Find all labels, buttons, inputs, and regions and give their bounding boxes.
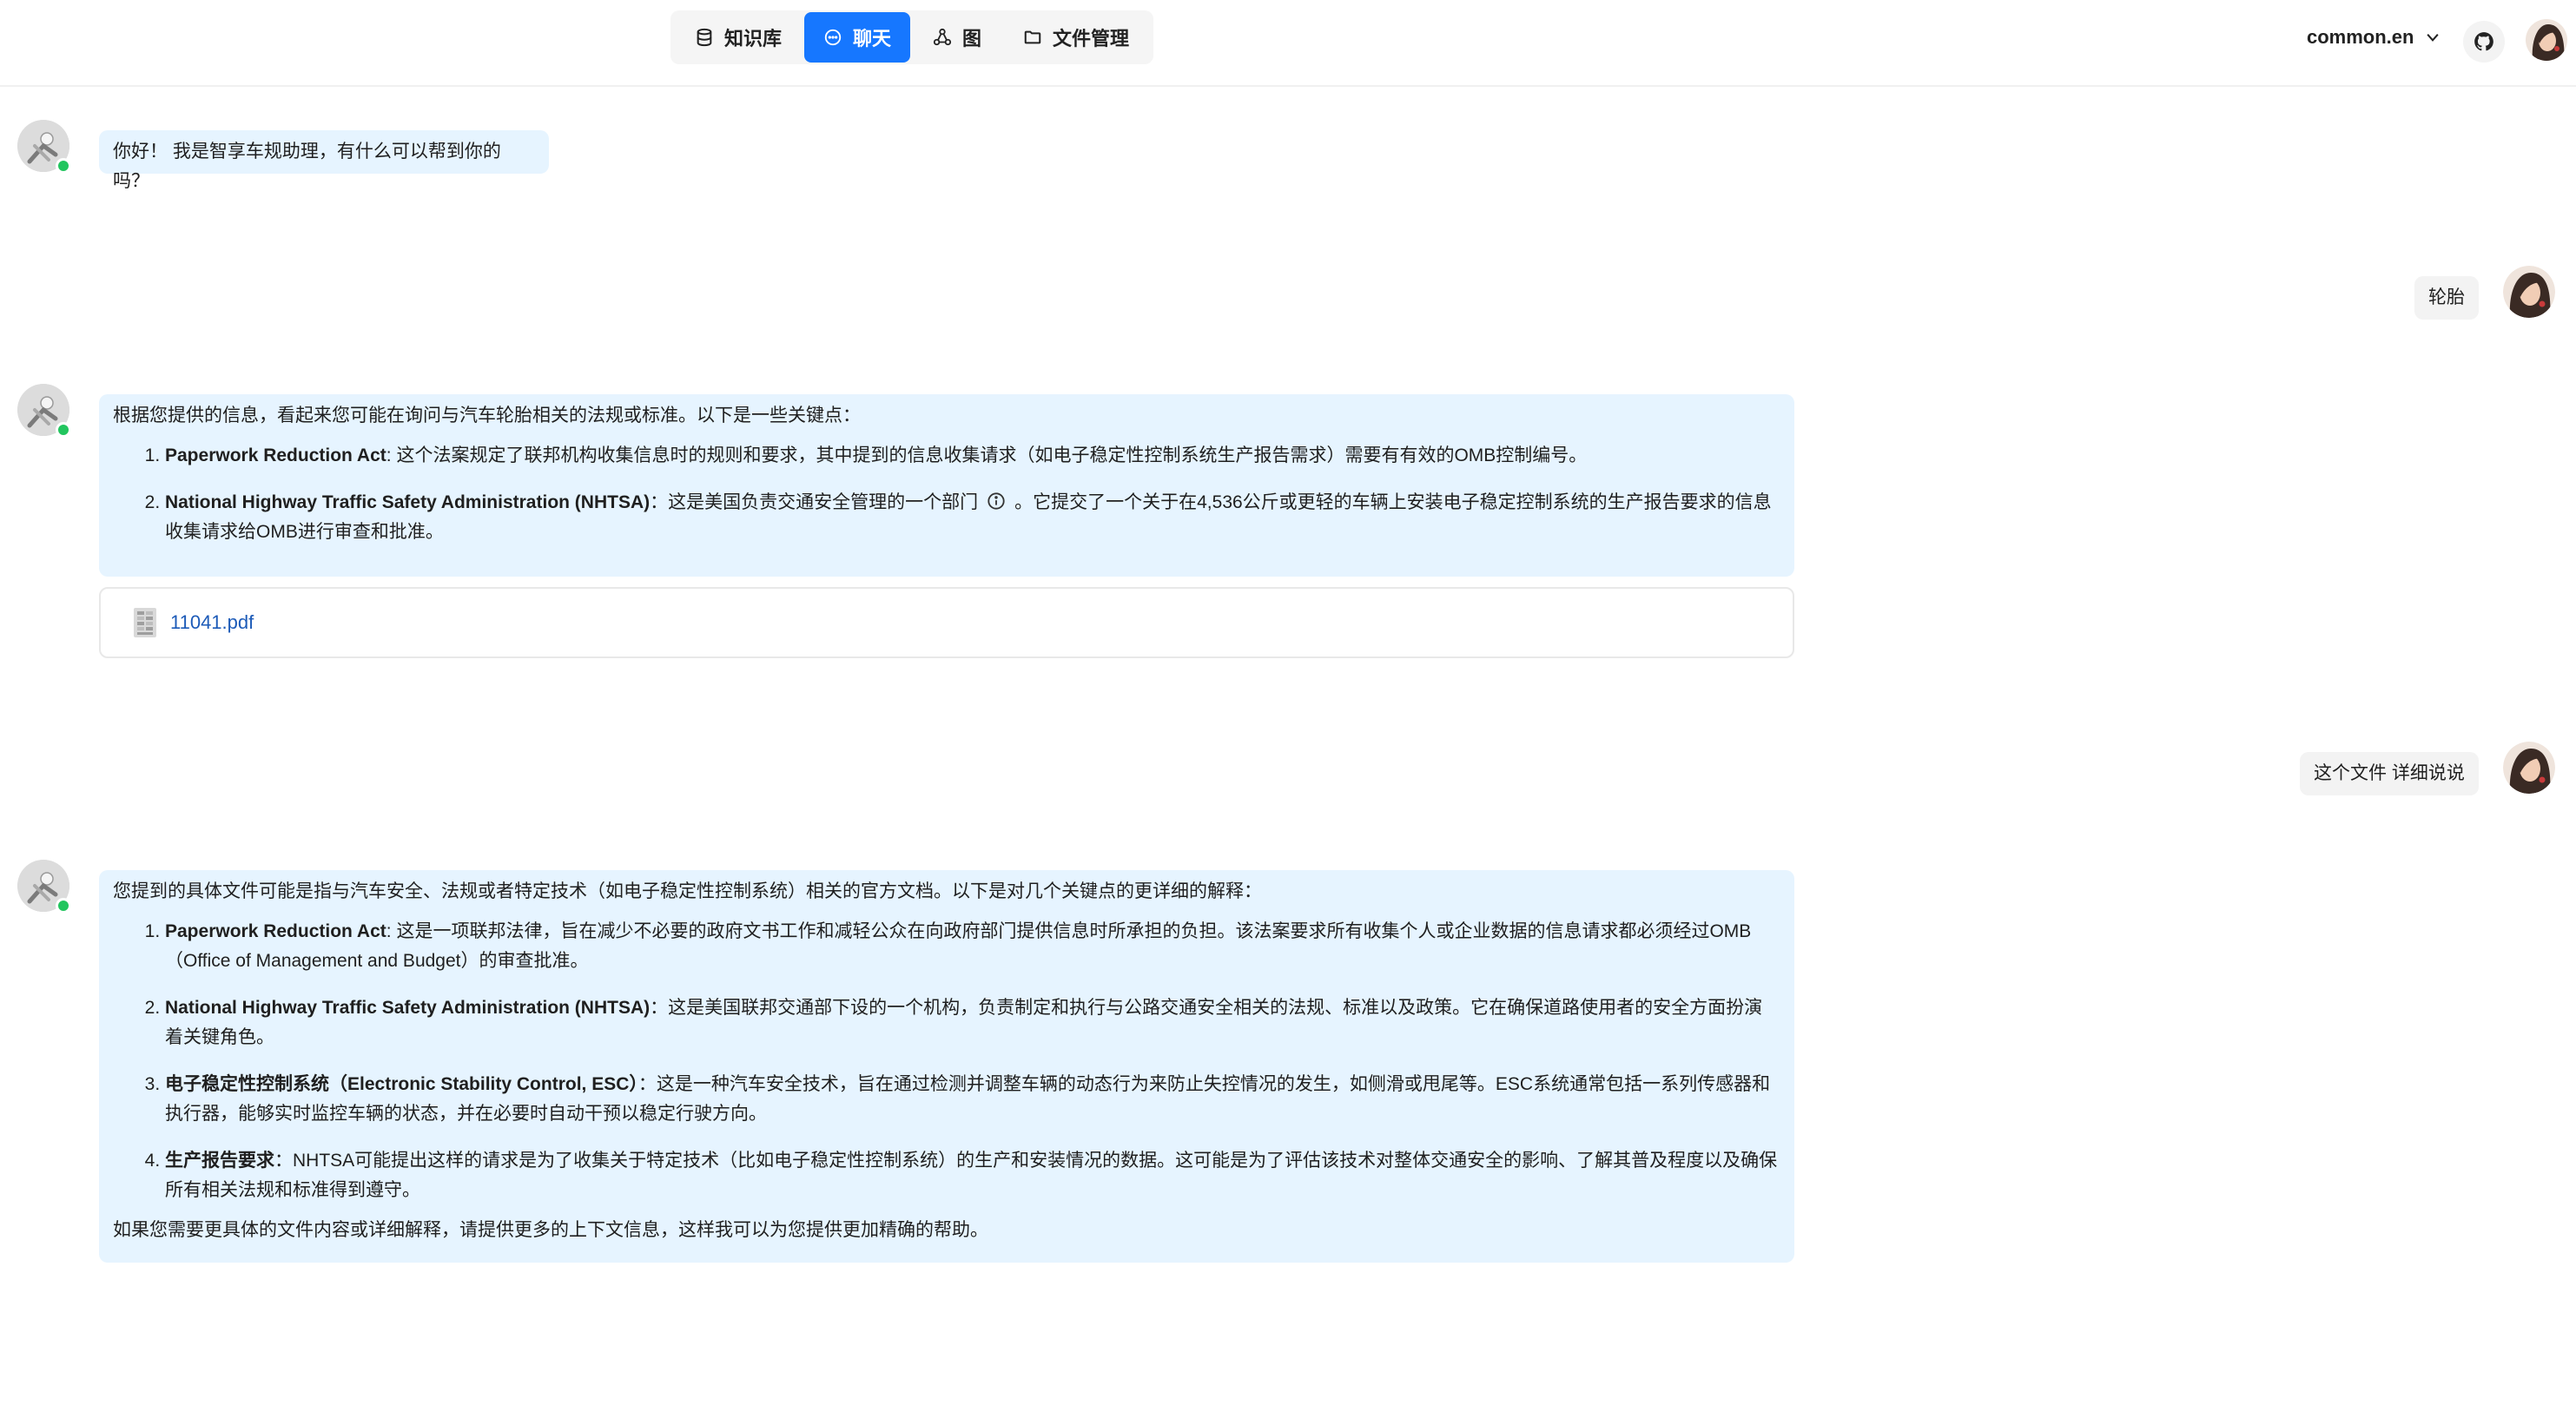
tab-knowledge-base[interactable]: 知识库 xyxy=(676,12,801,63)
user-message: 这个文件 详细说说 xyxy=(2300,752,2479,795)
chevron-down-icon xyxy=(2427,34,2440,42)
top-header: 知识库 聊天 图 文件管理 common.en xyxy=(0,0,2576,87)
folder-icon xyxy=(1024,30,1041,44)
message-text: 轮胎 xyxy=(2428,287,2465,307)
pdf-file-icon xyxy=(134,608,156,637)
item-text: ：NHTSA可能提出这样的请求是为了收集关于特定技术（比如电子稳定性控制系统）的… xyxy=(165,1151,1778,1200)
item-title: National Highway Traffic Safety Administ… xyxy=(165,998,651,1018)
item-text: ：这是美国负责交通安全管理的一个部门 xyxy=(650,492,979,512)
bot-avatar xyxy=(17,860,71,914)
file-attachment-card[interactable]: 11041.pdf xyxy=(99,587,1794,658)
user-avatar xyxy=(2503,742,2555,794)
tab-label: 文件管理 xyxy=(1053,28,1130,49)
item-text: : 这个法案规定了联邦机构收集信息时的规则和要求，其中提到的信息收集请求（如电子… xyxy=(386,445,1588,465)
list-item: National Highway Traffic Safety Administ… xyxy=(165,488,1780,547)
tab-file-management[interactable]: 文件管理 xyxy=(1004,12,1148,63)
answer-outro: 如果您需要更具体的文件内容或详细解释，请提供更多的上下文信息，这样我可以为您提供… xyxy=(113,1220,988,1240)
online-status-icon xyxy=(56,422,71,438)
tab-label: 聊天 xyxy=(853,28,892,49)
bot-answer-message: 您提到的具体文件可能是指与汽车安全、法规或者特定技术（如电子稳定性控制系统）相关… xyxy=(99,870,1794,1263)
item-text: : 这是一项联邦法律，旨在减少不必要的政府文书工作和减轻公众在向政府部门提供信息… xyxy=(165,921,1752,971)
bot-answer-message: 根据您提供的信息，看起来您可能在询问与汽车轮胎相关的法规或标准。以下是一些关键点… xyxy=(99,394,1794,577)
bot-avatar xyxy=(17,120,71,174)
message-text: 这个文件 详细说说 xyxy=(2314,763,2465,783)
info-icon[interactable] xyxy=(987,492,1006,511)
tab-label: 知识库 xyxy=(724,28,783,49)
github-button[interactable] xyxy=(2463,21,2505,63)
graph-icon xyxy=(933,28,952,46)
list-item: Paperwork Reduction Act: 这个法案规定了联邦机构收集信息… xyxy=(165,441,1780,471)
item-title: Paperwork Reduction Act xyxy=(165,445,386,465)
file-name-link[interactable]: 11041.pdf xyxy=(170,611,254,634)
user-avatar xyxy=(2503,266,2555,318)
bot-avatar xyxy=(17,384,71,438)
tab-graph[interactable]: 图 xyxy=(914,12,1001,63)
list-item: National Highway Traffic Safety Administ… xyxy=(165,993,1780,1052)
answer-list: Paperwork Reduction Act: 这是一项联邦法律，旨在减少不必… xyxy=(113,917,1780,1205)
online-status-icon xyxy=(56,898,71,914)
list-item: 电子稳定性控制系统（Electronic Stability Control, … xyxy=(165,1070,1780,1129)
item-title: Paperwork Reduction Act xyxy=(165,921,386,941)
online-status-icon xyxy=(56,158,71,174)
main-nav: 知识库 聊天 图 文件管理 xyxy=(670,10,1154,64)
message-text: 你好！ 我是智享车规助理，有什么可以帮到你的吗？ xyxy=(113,142,501,191)
answer-list: Paperwork Reduction Act: 这个法案规定了联邦机构收集信息… xyxy=(113,441,1780,547)
list-item: 生产报告要求：NHTSA可能提出这样的请求是为了收集关于特定技术（比如电子稳定性… xyxy=(165,1146,1780,1205)
user-message: 轮胎 xyxy=(2414,276,2479,320)
answer-intro: 根据您提供的信息，看起来您可能在询问与汽车轮胎相关的法规或标准。以下是一些关键点… xyxy=(113,406,861,426)
list-item: Paperwork Reduction Act: 这是一项联邦法律，旨在减少不必… xyxy=(165,917,1780,976)
tab-label: 图 xyxy=(962,28,982,49)
database-icon xyxy=(697,28,712,47)
answer-intro: 您提到的具体文件可能是指与汽车安全、法规或者特定技术（如电子稳定性控制系统）相关… xyxy=(113,881,1262,901)
language-label: common.en xyxy=(2307,26,2414,48)
github-icon xyxy=(2474,32,2493,51)
tab-chat[interactable]: 聊天 xyxy=(804,12,911,63)
chat-icon xyxy=(824,29,842,46)
user-avatar[interactable] xyxy=(2526,19,2567,61)
item-title: National Highway Traffic Safety Administ… xyxy=(165,492,651,512)
language-selector[interactable]: common.en xyxy=(2307,26,2441,49)
bot-greeting-message: 你好！ 我是智享车规助理，有什么可以帮到你的吗？ xyxy=(99,130,549,191)
item-title: 电子稳定性控制系统（Electronic Stability Control, … xyxy=(165,1074,638,1094)
item-title: 生产报告要求 xyxy=(165,1151,274,1171)
